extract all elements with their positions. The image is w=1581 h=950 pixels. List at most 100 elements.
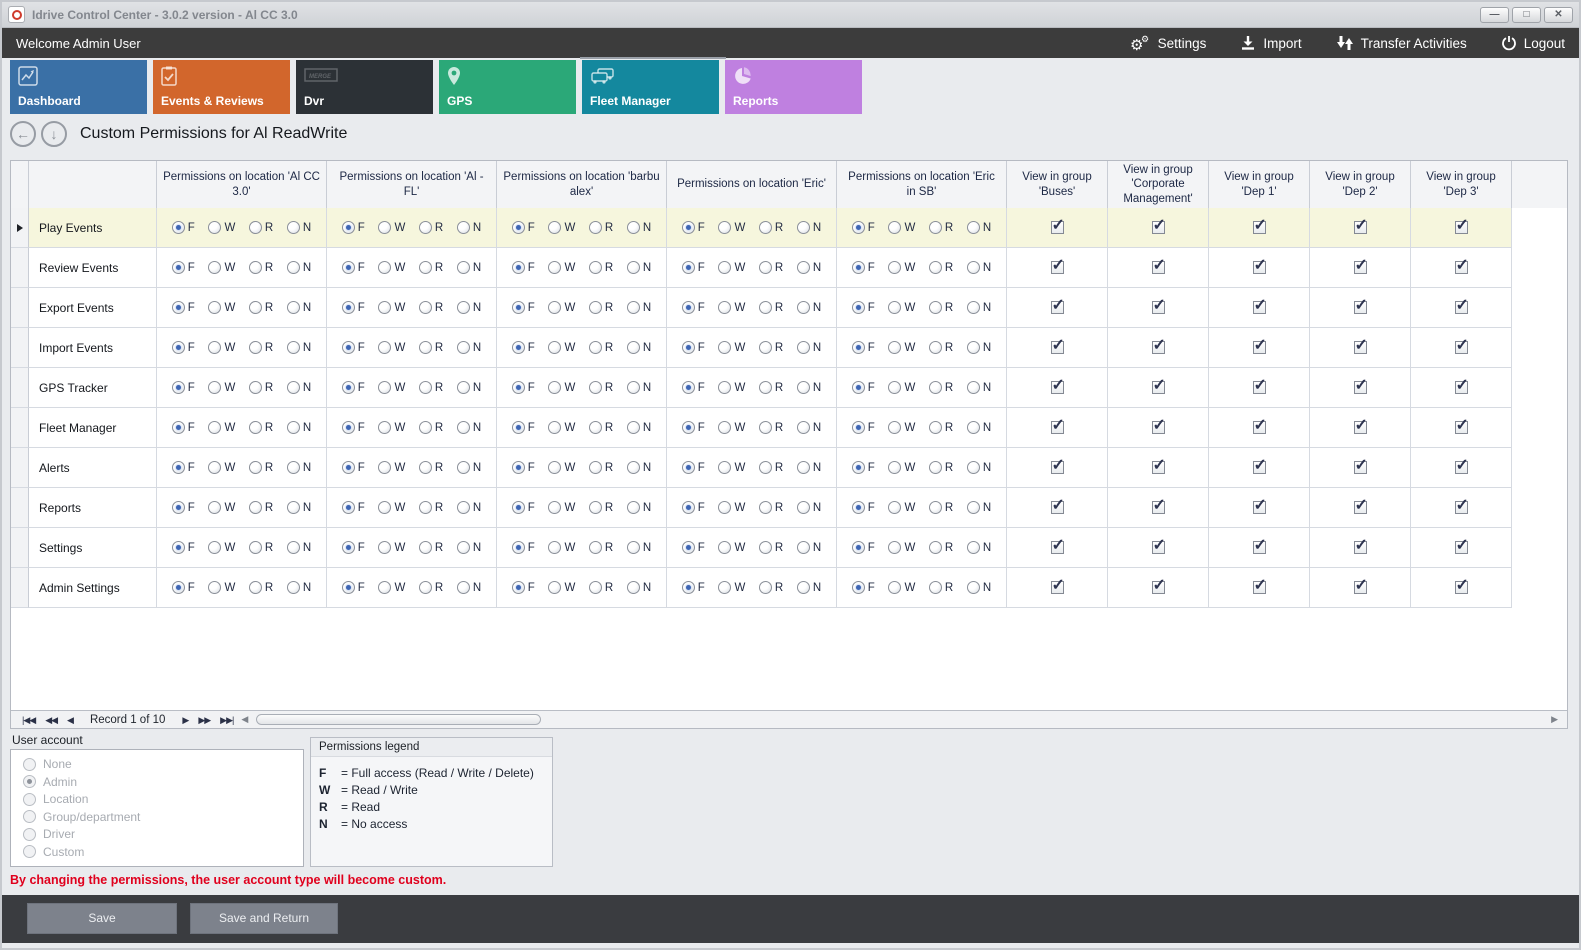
permission-radio-n[interactable]: N bbox=[627, 261, 651, 274]
radio-icon[interactable] bbox=[287, 541, 300, 554]
permission-radio-f[interactable]: F bbox=[342, 541, 365, 554]
permission-radio-r[interactable]: R bbox=[929, 581, 953, 594]
permission-radio-w[interactable]: W bbox=[718, 461, 745, 474]
radio-icon[interactable] bbox=[342, 461, 355, 474]
tab-dashboard[interactable]: Dashboard bbox=[10, 60, 147, 114]
radio-icon[interactable] bbox=[718, 261, 731, 274]
permission-radio-w[interactable]: W bbox=[548, 221, 575, 234]
permission-radio-f[interactable]: F bbox=[512, 261, 535, 274]
view-group-checkbox[interactable] bbox=[1152, 221, 1165, 234]
radio-icon[interactable] bbox=[967, 221, 980, 234]
permission-radio-f[interactable]: F bbox=[342, 381, 365, 394]
radio-icon[interactable] bbox=[797, 221, 810, 234]
table-row[interactable]: AlertsFWRNFWRNFWRNFWRNFWRN bbox=[11, 448, 1567, 488]
view-group-checkbox[interactable] bbox=[1152, 501, 1165, 514]
radio-icon[interactable] bbox=[457, 541, 470, 554]
view-group-checkbox[interactable] bbox=[1455, 221, 1468, 234]
radio-icon[interactable] bbox=[419, 261, 432, 274]
radio-icon[interactable] bbox=[287, 421, 300, 434]
permission-radio-n[interactable]: N bbox=[967, 221, 991, 234]
table-row[interactable]: ReportsFWRNFWRNFWRNFWRNFWRN bbox=[11, 488, 1567, 528]
permission-radio-w[interactable]: W bbox=[548, 301, 575, 314]
user-account-option-group-department[interactable]: Group/department bbox=[23, 810, 291, 824]
radio-icon[interactable] bbox=[548, 381, 561, 394]
view-group-checkbox[interactable] bbox=[1354, 581, 1367, 594]
radio-icon[interactable] bbox=[23, 758, 36, 771]
permission-radio-f[interactable]: F bbox=[852, 541, 875, 554]
permission-radio-r[interactable]: R bbox=[419, 221, 443, 234]
next-page-button[interactable]: ▶▶ bbox=[198, 712, 210, 728]
scroll-right-icon[interactable]: ▶ bbox=[1551, 714, 1558, 725]
radio-icon[interactable] bbox=[627, 461, 640, 474]
table-row[interactable]: SettingsFWRNFWRNFWRNFWRNFWRN bbox=[11, 528, 1567, 568]
radio-icon[interactable] bbox=[589, 221, 602, 234]
radio-icon[interactable] bbox=[249, 221, 262, 234]
radio-icon[interactable] bbox=[23, 845, 36, 858]
radio-icon[interactable] bbox=[249, 581, 262, 594]
permission-radio-n[interactable]: N bbox=[287, 461, 311, 474]
permission-radio-w[interactable]: W bbox=[888, 581, 915, 594]
view-group-checkbox[interactable] bbox=[1455, 261, 1468, 274]
permission-radio-f[interactable]: F bbox=[172, 541, 195, 554]
permission-radio-w[interactable]: W bbox=[548, 541, 575, 554]
radio-icon[interactable] bbox=[589, 501, 602, 514]
radio-icon[interactable] bbox=[378, 421, 391, 434]
permission-radio-w[interactable]: W bbox=[378, 421, 405, 434]
radio-icon[interactable] bbox=[589, 421, 602, 434]
permission-radio-w[interactable]: W bbox=[548, 341, 575, 354]
permission-radio-n[interactable]: N bbox=[967, 261, 991, 274]
permission-radio-f[interactable]: F bbox=[682, 301, 705, 314]
radio-icon[interactable] bbox=[888, 461, 901, 474]
permission-radio-w[interactable]: W bbox=[378, 581, 405, 594]
radio-icon[interactable] bbox=[967, 421, 980, 434]
permission-radio-n[interactable]: N bbox=[967, 381, 991, 394]
permission-radio-n[interactable]: N bbox=[627, 221, 651, 234]
permission-radio-w[interactable]: W bbox=[378, 301, 405, 314]
view-group-checkbox[interactable] bbox=[1051, 501, 1064, 514]
radio-icon[interactable] bbox=[929, 541, 942, 554]
permission-radio-w[interactable]: W bbox=[208, 461, 235, 474]
radio-icon[interactable] bbox=[759, 341, 772, 354]
radio-icon[interactable] bbox=[548, 341, 561, 354]
permission-radio-f[interactable]: F bbox=[512, 381, 535, 394]
location-column-header[interactable]: Permissions on location 'Al CC 3.0' bbox=[157, 161, 327, 209]
permission-radio-n[interactable]: N bbox=[627, 461, 651, 474]
last-record-button[interactable]: ▶▶| bbox=[220, 712, 233, 728]
radio-icon[interactable] bbox=[512, 541, 525, 554]
radio-icon[interactable] bbox=[852, 301, 865, 314]
view-group-checkbox[interactable] bbox=[1354, 341, 1367, 354]
permission-radio-w[interactable]: W bbox=[208, 541, 235, 554]
permission-radio-w[interactable]: W bbox=[888, 501, 915, 514]
group-column-header[interactable]: View in group 'Corporate Management' bbox=[1108, 161, 1209, 209]
permission-radio-r[interactable]: R bbox=[929, 301, 953, 314]
view-group-checkbox[interactable] bbox=[1354, 261, 1367, 274]
radio-icon[interactable] bbox=[249, 301, 262, 314]
radio-icon[interactable] bbox=[852, 421, 865, 434]
radio-icon[interactable] bbox=[589, 301, 602, 314]
radio-icon[interactable] bbox=[512, 261, 525, 274]
radio-icon[interactable] bbox=[342, 581, 355, 594]
permission-radio-w[interactable]: W bbox=[208, 221, 235, 234]
permission-radio-n[interactable]: N bbox=[287, 421, 311, 434]
permission-radio-r[interactable]: R bbox=[589, 501, 613, 514]
permission-radio-w[interactable]: W bbox=[208, 501, 235, 514]
view-group-checkbox[interactable] bbox=[1354, 301, 1367, 314]
user-account-option-location[interactable]: Location bbox=[23, 792, 291, 806]
permission-radio-r[interactable]: R bbox=[249, 581, 273, 594]
permission-radio-n[interactable]: N bbox=[457, 261, 481, 274]
radio-icon[interactable] bbox=[512, 581, 525, 594]
radio-icon[interactable] bbox=[759, 221, 772, 234]
permission-radio-f[interactable]: F bbox=[172, 341, 195, 354]
transfer-activities-button[interactable]: Transfer Activities bbox=[1336, 34, 1467, 52]
permission-radio-w[interactable]: W bbox=[888, 541, 915, 554]
permission-radio-r[interactable]: R bbox=[249, 301, 273, 314]
radio-icon[interactable] bbox=[967, 261, 980, 274]
radio-icon[interactable] bbox=[888, 261, 901, 274]
permission-radio-w[interactable]: W bbox=[378, 341, 405, 354]
view-group-checkbox[interactable] bbox=[1051, 301, 1064, 314]
radio-icon[interactable] bbox=[249, 461, 262, 474]
radio-icon[interactable] bbox=[682, 461, 695, 474]
permission-radio-n[interactable]: N bbox=[967, 461, 991, 474]
view-group-checkbox[interactable] bbox=[1253, 541, 1266, 554]
radio-icon[interactable] bbox=[172, 581, 185, 594]
